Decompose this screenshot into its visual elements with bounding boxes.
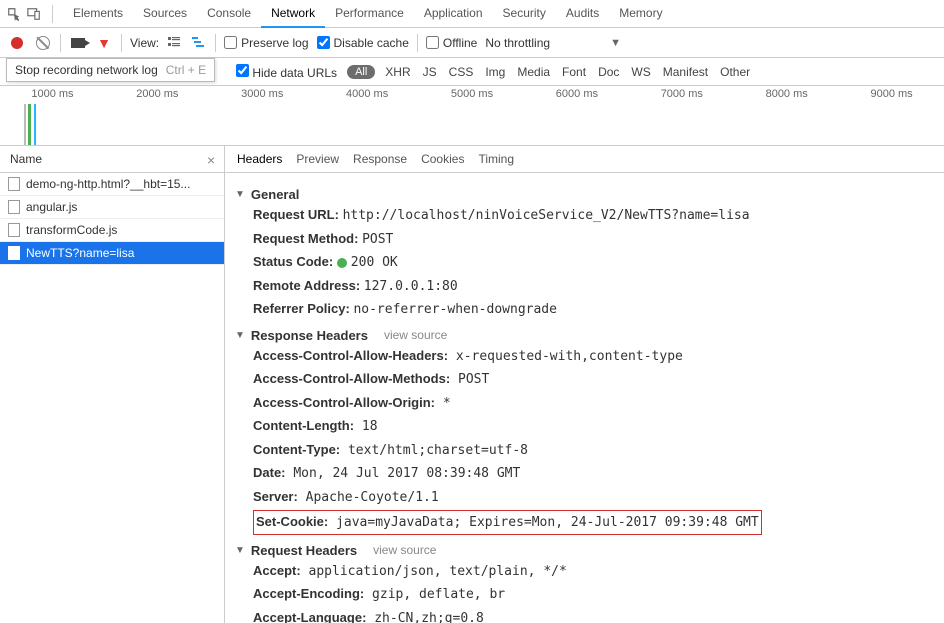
tab-application[interactable]: Application bbox=[414, 0, 493, 27]
request-name: demo-ng-http.html?__hbt=15... bbox=[26, 177, 190, 191]
timeline-tick: 2000 ms bbox=[105, 86, 210, 100]
request-row[interactable]: transformCode.js bbox=[0, 219, 224, 242]
preserve-log-checkbox[interactable]: Preserve log bbox=[224, 36, 308, 50]
subtab-headers[interactable]: Headers bbox=[237, 152, 282, 166]
offline-checkbox[interactable]: Offline bbox=[426, 36, 477, 50]
timeline-tick: 5000 ms bbox=[420, 86, 525, 100]
view-label: View: bbox=[130, 36, 159, 50]
request-header-row: Accept-Encoding: gzip, deflate, br bbox=[253, 584, 934, 605]
separator bbox=[52, 5, 53, 23]
filter-type-all[interactable]: All bbox=[347, 65, 375, 79]
timeline-tick: 4000 ms bbox=[315, 86, 420, 100]
request-name: angular.js bbox=[26, 200, 77, 214]
filter-type-js[interactable]: JS bbox=[423, 65, 437, 79]
device-toggle-icon[interactable] bbox=[26, 6, 42, 22]
detail-subtabs: Headers Preview Response Cookies Timing bbox=[225, 146, 944, 173]
tab-console[interactable]: Console bbox=[197, 0, 261, 27]
filter-type-img[interactable]: Img bbox=[485, 65, 505, 79]
response-header-row: Content-Type: text/html;charset=utf-8 bbox=[253, 440, 934, 461]
chevron-down-icon: ▼ bbox=[610, 37, 621, 49]
file-icon bbox=[8, 200, 20, 214]
timeline-tick: 3000 ms bbox=[210, 86, 315, 100]
request-row[interactable]: demo-ng-http.html?__hbt=15... bbox=[0, 173, 224, 196]
throttling-select[interactable]: No throttling▼ bbox=[485, 36, 621, 50]
clear-button[interactable] bbox=[34, 34, 52, 52]
filter-type-other[interactable]: Other bbox=[720, 65, 750, 79]
large-rows-icon[interactable] bbox=[167, 35, 183, 51]
request-row[interactable]: angular.js bbox=[0, 196, 224, 219]
response-headers-section[interactable]: ▼Response Headersview source bbox=[235, 328, 934, 343]
overview-timeline[interactable]: 1000 ms2000 ms3000 ms4000 ms5000 ms6000 … bbox=[0, 86, 944, 146]
name-column-header[interactable]: Name bbox=[0, 146, 224, 173]
request-details-pane: × HeadersPreviewResponseCookiesTiming ▼G… bbox=[225, 146, 944, 623]
set-cookie-row: Set-Cookie: java=myJavaData; Expires=Mon… bbox=[253, 510, 934, 535]
tab-network[interactable]: Network bbox=[261, 0, 325, 28]
response-header-row: Content-Length: 18 bbox=[253, 416, 934, 437]
separator bbox=[417, 34, 418, 52]
separator bbox=[121, 34, 122, 52]
hide-data-urls-checkbox[interactable]: Hide data URLs bbox=[236, 64, 337, 80]
subtab-timing[interactable]: Timing bbox=[478, 152, 514, 166]
disable-cache-checkbox[interactable]: Disable cache bbox=[317, 36, 409, 50]
timeline-marker bbox=[34, 104, 36, 145]
subtab-response[interactable]: Response bbox=[353, 152, 407, 166]
headers-panel: ▼General Request URL: http://localhost/n… bbox=[225, 173, 944, 623]
response-header-row: Access-Control-Allow-Origin: * bbox=[253, 393, 934, 414]
response-header-row: Date: Mon, 24 Jul 2017 08:39:48 GMT bbox=[253, 463, 934, 484]
waterfall-icon[interactable] bbox=[191, 35, 207, 51]
filter-type-font[interactable]: Font bbox=[562, 65, 586, 79]
tab-sources[interactable]: Sources bbox=[133, 0, 197, 27]
response-header-row: Server: Apache-Coyote/1.1 bbox=[253, 487, 934, 508]
timeline-marker bbox=[24, 104, 26, 145]
inspect-icon[interactable] bbox=[6, 6, 22, 22]
tab-elements[interactable]: Elements bbox=[63, 0, 133, 27]
view-source-link[interactable]: view source bbox=[384, 328, 447, 342]
request-headers-section[interactable]: ▼Request Headersview source bbox=[235, 543, 934, 558]
subtab-preview[interactable]: Preview bbox=[296, 152, 339, 166]
file-icon bbox=[8, 177, 20, 191]
request-name: transformCode.js bbox=[26, 223, 117, 237]
record-tooltip: Stop recording network logCtrl + E bbox=[6, 58, 215, 82]
filter-type-xhr[interactable]: XHR bbox=[385, 65, 410, 79]
timeline-marker bbox=[28, 104, 31, 145]
request-list-pane: Name demo-ng-http.html?__hbt=15...angula… bbox=[0, 146, 225, 623]
filter-type-media[interactable]: Media bbox=[517, 65, 550, 79]
network-split: Name demo-ng-http.html?__hbt=15...angula… bbox=[0, 146, 944, 623]
subtab-cookies[interactable]: Cookies bbox=[421, 152, 464, 166]
tab-performance[interactable]: Performance bbox=[325, 0, 414, 27]
timeline-tick: 8000 ms bbox=[734, 86, 839, 100]
tab-security[interactable]: Security bbox=[493, 0, 556, 27]
timeline-tick: 1000 ms bbox=[0, 86, 105, 100]
timeline-tick: 7000 ms bbox=[629, 86, 734, 100]
response-header-row: Access-Control-Allow-Headers: x-requeste… bbox=[253, 346, 934, 367]
view-source-link[interactable]: view source bbox=[373, 543, 436, 557]
tab-audits[interactable]: Audits bbox=[556, 0, 609, 27]
filter-icon[interactable]: ▼ bbox=[95, 34, 113, 52]
response-header-row: Access-Control-Allow-Methods: POST bbox=[253, 369, 934, 390]
tab-memory[interactable]: Memory bbox=[609, 0, 672, 27]
separator bbox=[215, 34, 216, 52]
network-toolbar: ▼ View: Preserve log Disable cache Offli… bbox=[0, 28, 944, 58]
status-dot-icon bbox=[337, 258, 347, 268]
devtools-main-tabs: ElementsSourcesConsoleNetworkPerformance… bbox=[0, 0, 944, 28]
request-header-row: Accept: application/json, text/plain, */… bbox=[253, 561, 934, 582]
timeline-tick: 9000 ms bbox=[839, 86, 944, 100]
record-button[interactable] bbox=[8, 34, 26, 52]
request-header-row: Accept-Language: zh-CN,zh;q=0.8 bbox=[253, 608, 934, 623]
capture-screenshots-icon[interactable] bbox=[69, 34, 87, 52]
filter-type-doc[interactable]: Doc bbox=[598, 65, 619, 79]
filter-type-manifest[interactable]: Manifest bbox=[663, 65, 708, 79]
separator bbox=[60, 34, 61, 52]
request-name: NewTTS?name=lisa bbox=[26, 246, 134, 260]
timeline-tick: 6000 ms bbox=[524, 86, 629, 100]
file-icon bbox=[8, 246, 20, 260]
filter-type-css[interactable]: CSS bbox=[449, 65, 474, 79]
general-section[interactable]: ▼General bbox=[235, 187, 934, 202]
file-icon bbox=[8, 223, 20, 237]
filter-type-ws[interactable]: WS bbox=[631, 65, 650, 79]
request-row[interactable]: NewTTS?name=lisa bbox=[0, 242, 224, 265]
